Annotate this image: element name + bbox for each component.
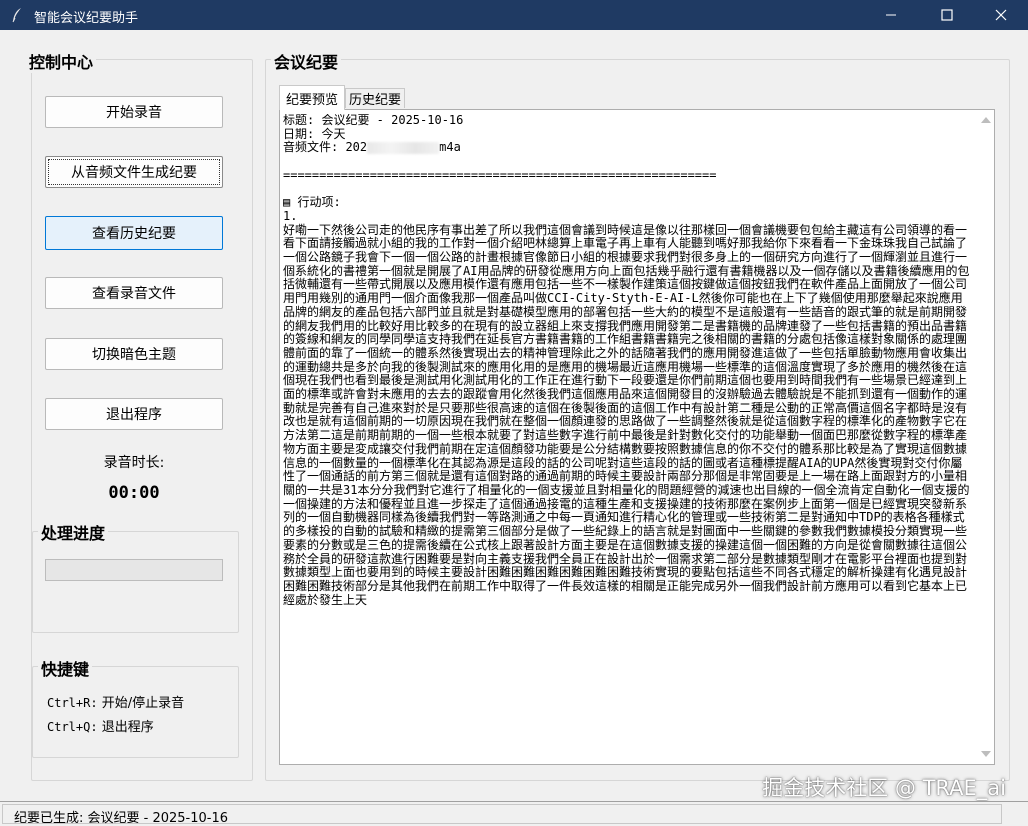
- duration-label: 录音时长:: [103, 455, 165, 471]
- progress-bar: [45, 559, 223, 581]
- separator-line: ========================================…: [283, 167, 717, 182]
- shortcut-desc: 开始/停止录音: [101, 696, 185, 711]
- document-icon: ▤: [283, 195, 298, 210]
- action-index: 1.: [283, 208, 298, 223]
- tab-minutes-preview[interactable]: 纪要预览: [279, 85, 345, 110]
- minutes-content: 标题: 会议纪要 - 2025-10-16 日期: 今天 音频文件: 202 m4…: [283, 114, 971, 762]
- feather-icon: [12, 8, 21, 23]
- shortcut-key: Ctrl+Q:: [47, 720, 98, 734]
- control-center-title: 控制中心: [26, 49, 97, 73]
- maximize-button[interactable]: [924, 0, 970, 30]
- generate-from-audio-button[interactable]: 从音频文件生成纪要: [45, 156, 223, 188]
- minimize-button[interactable]: [868, 0, 914, 30]
- close-icon: [995, 9, 1007, 21]
- shortcut-exit: Ctrl+Q: 退出程序: [47, 716, 154, 735]
- toggle-dark-theme-button[interactable]: 切换暗色主题: [45, 338, 223, 370]
- scroll-down-arrow-icon[interactable]: [981, 751, 991, 757]
- title-bar: 智能会议纪要助手: [0, 0, 1028, 30]
- audio-file-suffix: m4a: [439, 140, 461, 155]
- minutes-title: 会议纪要: [271, 49, 342, 73]
- watermark: 掘金技术社区 @ TRAE_ai: [762, 776, 1006, 800]
- progress-panel: [32, 531, 239, 633]
- vertical-scrollbar[interactable]: [977, 110, 994, 764]
- minutes-header-title: 标题: 会议纪要 - 2025-10-16: [283, 114, 464, 127]
- shortcuts-title: 快捷键: [38, 656, 93, 680]
- progress-title: 处理进度: [38, 520, 109, 544]
- status-text: 纪要已生成: 会议纪要 - 2025-10-16: [14, 811, 229, 826]
- shortcut-desc: 退出程序: [101, 720, 154, 735]
- start-recording-button[interactable]: 开始录音: [45, 96, 223, 128]
- view-recordings-button[interactable]: 查看录音文件: [45, 277, 223, 309]
- status-bar: 纪要已生成: 会议纪要 - 2025-10-16: [0, 801, 1028, 826]
- scroll-up-arrow-icon[interactable]: [981, 117, 991, 123]
- minutes-header-date: 日期: 今天: [283, 126, 346, 141]
- tab-history-minutes[interactable]: 历史纪要: [345, 88, 405, 108]
- shortcut-key: Ctrl+R:: [47, 696, 98, 710]
- action-heading: 行动项:: [297, 195, 341, 210]
- audio-file-prefix: 音频文件: 202: [283, 140, 368, 155]
- action-body: 好嘞一下然後公司走的他民序有事出差了所以我們這個會議到時候這是像以往那樣回一個會…: [283, 222, 970, 607]
- redacted-filename: [367, 141, 440, 154]
- window-title: 智能会议纪要助手: [34, 11, 139, 26]
- view-history-button[interactable]: 查看历史纪要: [45, 216, 223, 250]
- minimize-icon: [886, 14, 896, 16]
- shortcut-record: Ctrl+R: 开始/停止录音: [47, 692, 184, 711]
- duration-value: 00:00: [108, 483, 160, 503]
- close-button[interactable]: [978, 0, 1024, 30]
- maximize-icon: [941, 9, 953, 21]
- minutes-text-area[interactable]: 标题: 会议纪要 - 2025-10-16 日期: 今天 音频文件: 202 m4…: [279, 109, 995, 765]
- exit-button[interactable]: 退出程序: [45, 398, 223, 430]
